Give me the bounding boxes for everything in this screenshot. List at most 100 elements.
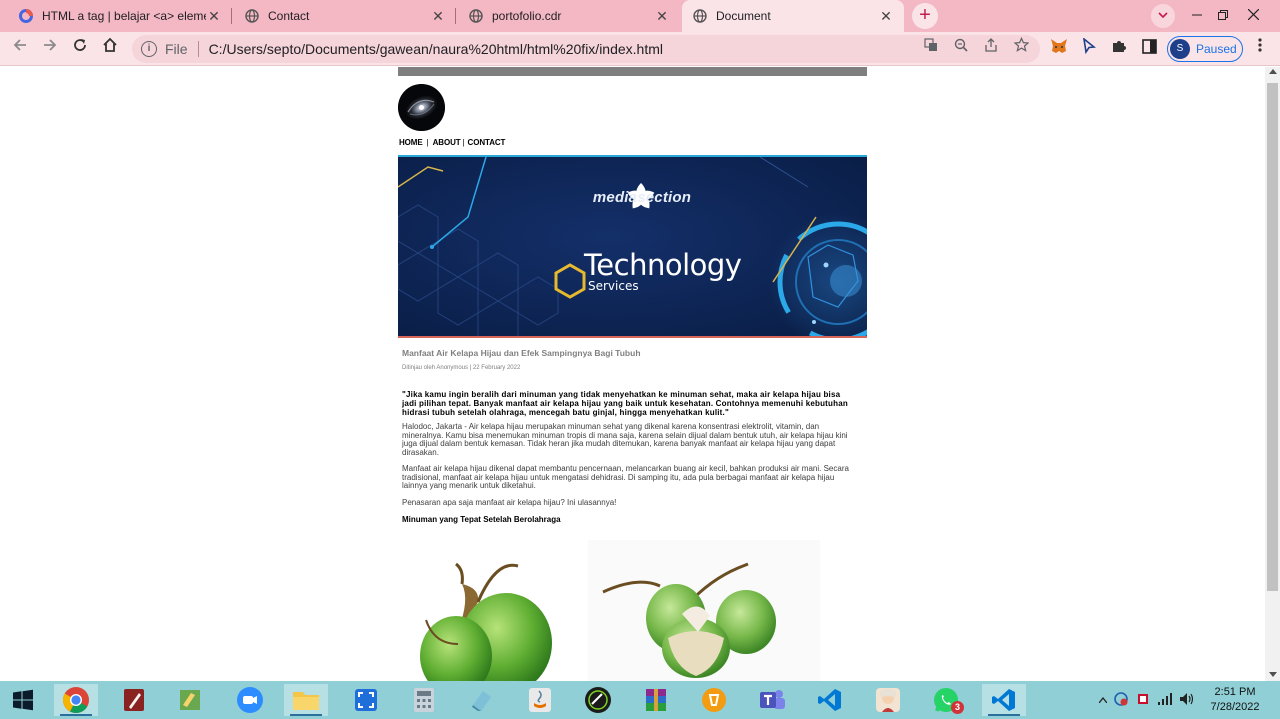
chrome-history-icon xyxy=(18,8,34,24)
folder-icon xyxy=(293,692,319,710)
cursor-extension-icon[interactable] xyxy=(1078,37,1100,60)
tab-search-button[interactable] xyxy=(1151,4,1175,28)
close-icon[interactable]: ✕ xyxy=(654,8,670,24)
side-panel-icon[interactable] xyxy=(1138,38,1160,60)
taskbar-orange-app[interactable] xyxy=(692,684,736,716)
taskbar-zoom[interactable] xyxy=(228,684,272,716)
taskbar-teams[interactable] xyxy=(750,684,794,716)
avatar: S xyxy=(1170,39,1190,59)
tab-html-a-tag[interactable]: HTML a tag | belajar <a> elemen ✕ xyxy=(8,0,232,32)
home-button[interactable] xyxy=(98,37,122,61)
tray-overflow-chevron-icon[interactable] xyxy=(1096,694,1110,706)
reload-button[interactable] xyxy=(68,37,92,61)
taskbar-clock[interactable]: 2:51 PM 7/28/2022 xyxy=(1206,685,1264,715)
tray-device-icon[interactable] xyxy=(1132,692,1154,709)
banner-brand: mediasection xyxy=(592,189,692,206)
zoom-icon[interactable] xyxy=(950,37,972,59)
nav-separator: | xyxy=(426,138,429,147)
scroll-down-icon[interactable] xyxy=(1269,672,1277,677)
banner-headline: Technology xyxy=(584,248,742,282)
taskbar-inkscape[interactable] xyxy=(576,684,620,716)
tab-title: portofolio.cdr xyxy=(492,9,562,23)
taskbar-chrome[interactable] xyxy=(54,684,98,716)
tab-document[interactable]: Document ✕ xyxy=(682,0,904,32)
taskbar-file-explorer[interactable] xyxy=(284,684,328,716)
close-icon[interactable]: ✕ xyxy=(878,8,894,24)
kebab-menu-icon xyxy=(1258,38,1262,52)
game-icon xyxy=(876,688,900,712)
web-page: HOME | ABOUT | CONTACT mediasection Tech… xyxy=(398,67,867,681)
notes-icon xyxy=(180,690,200,710)
article-paragraph: Halodoc, Jakarta - Air kelapa hijau meru… xyxy=(402,422,848,457)
forward-button[interactable] xyxy=(38,37,62,61)
taskbar-eraser-app[interactable] xyxy=(460,684,504,716)
close-window-button[interactable] xyxy=(1236,0,1270,32)
calculator-icon xyxy=(414,688,434,712)
restore-button[interactable] xyxy=(1206,0,1240,32)
inkscape-icon xyxy=(585,687,611,713)
taskbar-pen-app[interactable] xyxy=(112,684,156,716)
tab-separator xyxy=(231,8,232,24)
pen-icon xyxy=(124,689,144,711)
close-icon[interactable]: ✕ xyxy=(430,8,446,24)
info-icon[interactable]: i xyxy=(141,41,157,57)
taskbar-calculator[interactable] xyxy=(402,684,446,716)
clock-time: 2:51 PM xyxy=(1214,686,1256,698)
bookmark-star-icon[interactable] xyxy=(1010,36,1032,59)
minimize-icon xyxy=(1192,14,1202,16)
volume-icon[interactable] xyxy=(1176,692,1198,709)
scroll-up-icon[interactable] xyxy=(1269,69,1277,74)
scheme-label: File xyxy=(165,41,188,57)
wifi-signal-icon[interactable] xyxy=(1154,692,1176,708)
zoom-icon xyxy=(237,687,263,713)
site-nav: HOME | ABOUT | CONTACT xyxy=(399,138,505,147)
active-indicator xyxy=(60,714,92,716)
tab-portofolio[interactable]: portofolio.cdr ✕ xyxy=(458,0,680,32)
tray-network-alert-icon[interactable] xyxy=(1110,691,1132,709)
page-top-bar xyxy=(398,67,867,76)
nav-about-link[interactable]: ABOUT xyxy=(433,138,461,147)
scrollbar-thumb[interactable] xyxy=(1267,83,1278,591)
nav-contact-link[interactable]: CONTACT xyxy=(468,138,506,147)
translate-icon[interactable] xyxy=(920,37,942,59)
tab-contact[interactable]: Contact ✕ xyxy=(234,0,456,32)
browser-menu-button[interactable] xyxy=(1250,37,1270,61)
share-icon[interactable] xyxy=(980,37,1002,59)
back-button[interactable] xyxy=(8,37,32,61)
tab-title: Document xyxy=(716,9,771,23)
globe-icon xyxy=(244,8,260,24)
taskbar-whatsapp[interactable]: 3 xyxy=(924,684,968,716)
taskbar-screen-capture[interactable] xyxy=(344,684,388,716)
notification-badge: 3 xyxy=(951,701,964,714)
new-tab-button[interactable]: + xyxy=(912,3,938,29)
address-bar[interactable]: i File C:/Users/septo/Documents/gawean/n… xyxy=(132,35,1040,63)
puzzle-extensions-icon[interactable] xyxy=(1108,38,1130,60)
close-icon[interactable]: ✕ xyxy=(206,8,222,24)
address-divider xyxy=(197,41,199,57)
profile-status: Paused xyxy=(1196,42,1237,56)
profile-button[interactable]: S Paused xyxy=(1167,36,1243,62)
taskbar-notes-app[interactable] xyxy=(168,684,212,716)
taskbar-winrar[interactable] xyxy=(634,684,678,716)
page-viewport: HOME | ABOUT | CONTACT mediasection Tech… xyxy=(0,67,1265,681)
taskbar-vscode-2[interactable] xyxy=(982,684,1026,716)
taskbar-java[interactable] xyxy=(518,684,562,716)
arrow-left-icon xyxy=(13,39,26,51)
orange-app-icon xyxy=(702,688,726,712)
arrow-right-icon xyxy=(44,39,57,51)
metamask-icon[interactable] xyxy=(1048,38,1070,60)
chrome-icon xyxy=(62,687,89,713)
taskbar-vscode[interactable] xyxy=(808,684,852,716)
page-scrollbar[interactable] xyxy=(1265,67,1280,681)
globe-icon xyxy=(468,8,484,24)
url-text[interactable]: C:/Users/septo/Documents/gawean/naura%20… xyxy=(209,41,663,57)
browser-toolbar: i File C:/Users/septo/Documents/gawean/n… xyxy=(0,32,1280,66)
teams-icon xyxy=(760,690,785,709)
vscode-icon xyxy=(992,689,1015,711)
article-title: Manfaat Air Kelapa Hijau dan Efek Sampin… xyxy=(402,348,641,358)
taskbar-game-app[interactable] xyxy=(866,684,910,716)
start-button[interactable] xyxy=(0,684,46,716)
capture-icon xyxy=(355,689,377,711)
nav-home-link[interactable]: HOME xyxy=(399,138,423,147)
tab-title: HTML a tag | belajar <a> elemen xyxy=(42,9,206,23)
